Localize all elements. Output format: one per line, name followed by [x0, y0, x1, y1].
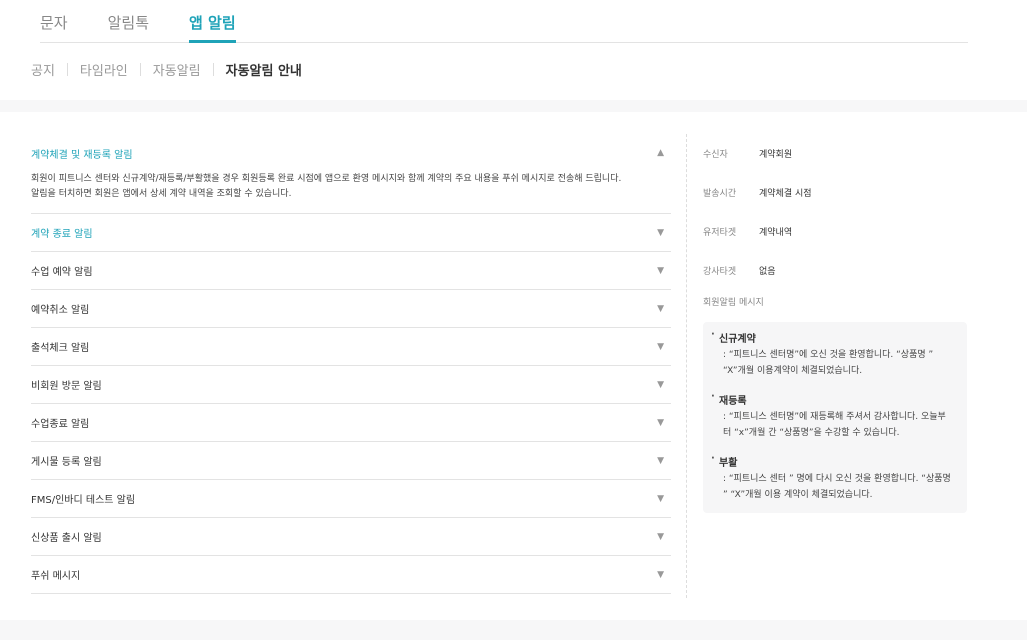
- member-message-box: 신규계약 : “피트니스 센터명”에 오신 것을 환영합니다. “상품명 ” “…: [703, 322, 967, 513]
- subtab-timeline[interactable]: 타임라인: [80, 60, 128, 79]
- accordion-item-label: 게시물 등록 알림: [31, 457, 102, 468]
- detail-row-recipient: 수신자 계약회원: [703, 134, 973, 173]
- detail-row-send-time: 발송시간 계약체결 시점: [703, 173, 973, 212]
- accordion-item-label: 계약체결 및 재등록 알림: [31, 149, 133, 161]
- subtab-auto-notification[interactable]: 자동알림: [153, 60, 201, 79]
- description-line: 알림을 터치하면 회원은 앱에서 상세 계약 내역을 조회할 수 있습니다.: [31, 189, 292, 199]
- accordion-item-attendance-check[interactable]: 출석체크 알림 ▼: [31, 328, 671, 366]
- notification-detail: 수신자 계약회원 발송시간 계약체결 시점 유저타겟 계약내역 강사타겟 없음 …: [703, 134, 973, 513]
- message-body: : “피트니스 센터 ” 명에 다시 오신 것을 환영합니다. “상품명 ” “…: [711, 471, 959, 503]
- accordion-item-fms-inbody-test[interactable]: FMS/인바디 테스트 알림 ▼: [31, 480, 671, 518]
- message-line: “X”개월 이용계약이 체결되었습니다.: [723, 366, 863, 376]
- detail-value: 계약회원: [759, 150, 793, 160]
- main-tabs: 문자 알림톡 앱 알림: [40, 0, 968, 43]
- tab-app-notification[interactable]: 앱 알림: [189, 0, 236, 43]
- subtab-divider: [139, 63, 141, 76]
- accordion-item-class-reservation[interactable]: 수업 예약 알림 ▼: [31, 252, 671, 290]
- accordion-item-label: 예약취소 알림: [31, 305, 90, 316]
- accordion-item-class-end[interactable]: 수업종료 알림 ▼: [31, 404, 671, 442]
- chevron-down-icon[interactable]: ▼: [657, 304, 664, 314]
- panel-divider: [686, 134, 687, 598]
- chevron-down-icon[interactable]: ▼: [657, 266, 664, 276]
- detail-value: 없음: [759, 267, 776, 277]
- message-line: 터 “x”개월 간 “상품명”을 수강할 수 있습니다.: [723, 428, 900, 438]
- message-new-contract: 신규계약 : “피트니스 센터명”에 오신 것을 환영합니다. “상품명 ” “…: [711, 329, 959, 379]
- header-area: 문자 알림톡 앱 알림 공지 타임라인 자동알림 자동알림 안내: [0, 0, 1027, 100]
- detail-row-user-target: 유저타겟 계약내역: [703, 212, 973, 251]
- detail-key: 수신자: [703, 150, 728, 160]
- tab-sms[interactable]: 문자: [40, 0, 68, 42]
- subtab-auto-notification-guide[interactable]: 자동알림 안내: [226, 60, 302, 79]
- chevron-down-icon[interactable]: ▼: [657, 228, 664, 238]
- message-name: 신규계약: [711, 329, 959, 345]
- subtab-divider: [66, 63, 68, 76]
- detail-value: 계약내역: [759, 228, 793, 238]
- chevron-down-icon[interactable]: ▼: [657, 532, 664, 542]
- accordion-item-contract-reregister[interactable]: 계약체결 및 재등록 알림 ▲: [31, 134, 671, 172]
- accordion-item-contract-end[interactable]: 계약 종료 알림 ▼: [31, 214, 671, 252]
- message-revival: 부활 : “피트니스 센터 ” 명에 다시 오신 것을 환영합니다. “상품명 …: [711, 453, 959, 503]
- accordion-item-push-message[interactable]: 푸쉬 메시지 ▼: [31, 556, 671, 594]
- chevron-down-icon[interactable]: ▼: [657, 494, 664, 504]
- accordion-item-label: 출석체크 알림: [31, 343, 90, 354]
- chevron-up-icon[interactable]: ▲: [657, 148, 664, 158]
- accordion-item-label: 비회원 방문 알림: [31, 381, 102, 392]
- accordion-expanded-section: 계약체결 및 재등록 알림 ▲ 회원이 피트니스 센터와 신규계약/재등록/부활…: [31, 134, 671, 214]
- chevron-down-icon[interactable]: ▼: [657, 570, 664, 580]
- accordion-item-post-registered[interactable]: 게시물 등록 알림 ▼: [31, 442, 671, 480]
- subtab-divider: [212, 63, 214, 76]
- message-body: : “피트니스 센터명”에 오신 것을 환영합니다. “상품명 ” “X”개월 …: [711, 347, 959, 379]
- tab-alimtalk[interactable]: 알림톡: [108, 0, 149, 42]
- detail-key: 발송시간: [703, 189, 737, 199]
- member-message-title: 회원알림 메시지: [703, 298, 764, 308]
- chevron-down-icon[interactable]: ▼: [657, 380, 664, 390]
- sub-tabs: 공지 타임라인 자동알림 자동알림 안내: [31, 60, 302, 79]
- accordion-item-label: 수업종료 알림: [31, 419, 90, 430]
- message-line: : “피트니스 센터 ” 명에 다시 오신 것을 환영합니다. “상품명: [723, 474, 951, 484]
- subtab-notice[interactable]: 공지: [31, 60, 55, 79]
- accordion-item-label: 신상품 출시 알림: [31, 533, 102, 544]
- content-panel: 계약체결 및 재등록 알림 ▲ 회원이 피트니스 센터와 신규계약/재등록/부활…: [0, 112, 1027, 620]
- description-line: 회원이 피트니스 센터와 신규계약/재등록/부활했을 경우 회원등록 완료 시점…: [31, 174, 622, 184]
- chevron-down-icon[interactable]: ▼: [657, 342, 664, 352]
- detail-value: 계약체결 시점: [759, 189, 812, 199]
- accordion-item-label: 계약 종료 알림: [31, 229, 93, 240]
- message-line: : “피트니스 센터명”에 오신 것을 환영합니다. “상품명 ”: [723, 350, 934, 360]
- accordion-item-nonmember-visit[interactable]: 비회원 방문 알림 ▼: [31, 366, 671, 404]
- detail-key: 유저타겟: [703, 228, 737, 238]
- chevron-down-icon[interactable]: ▼: [657, 418, 664, 428]
- message-body: : “피트니스 센터명”에 재등록해 주셔서 감사합니다. 오늘부 터 “x”개…: [711, 409, 959, 441]
- message-line: : “피트니스 센터명”에 재등록해 주셔서 감사합니다. 오늘부: [723, 412, 946, 422]
- accordion-item-reservation-cancel[interactable]: 예약취소 알림 ▼: [31, 290, 671, 328]
- detail-key: 강사타겟: [703, 267, 737, 277]
- message-line: ” “X”개월 이용 계약이 체결되었습니다.: [723, 490, 873, 500]
- accordion-item-label: 수업 예약 알림: [31, 267, 93, 278]
- message-name: 부활: [711, 453, 959, 469]
- message-name: 재등록: [711, 391, 959, 407]
- message-reregister: 재등록 : “피트니스 센터명”에 재등록해 주셔서 감사합니다. 오늘부 터 …: [711, 391, 959, 441]
- accordion-description: 회원이 피트니스 센터와 신규계약/재등록/부활했을 경우 회원등록 완료 시점…: [31, 172, 671, 213]
- accordion-item-label: 푸쉬 메시지: [31, 571, 81, 582]
- accordion-item-label: FMS/인바디 테스트 알림: [31, 495, 136, 506]
- detail-row-instructor-target: 강사타겟 없음: [703, 251, 973, 290]
- chevron-down-icon[interactable]: ▼: [657, 456, 664, 466]
- accordion-item-new-product[interactable]: 신상품 출시 알림 ▼: [31, 518, 671, 556]
- notification-accordion: 계약체결 및 재등록 알림 ▲ 회원이 피트니스 센터와 신규계약/재등록/부활…: [31, 134, 671, 594]
